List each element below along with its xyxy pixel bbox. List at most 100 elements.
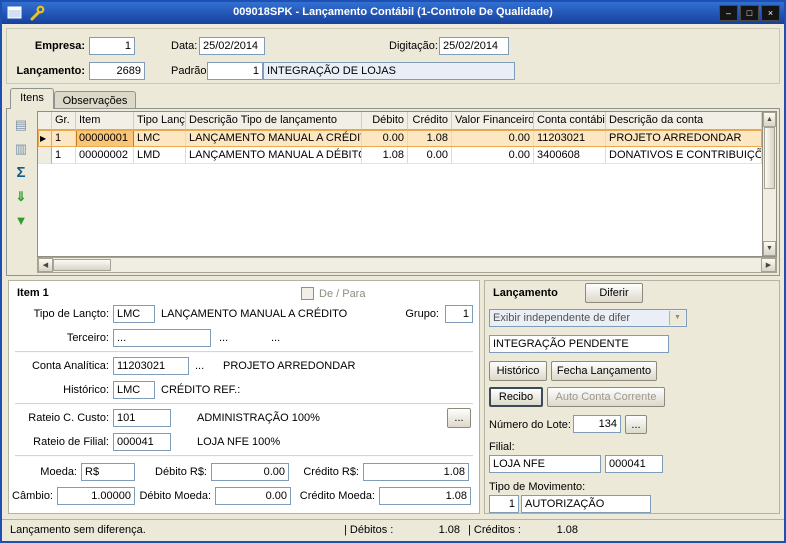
diferir-button[interactable]: Diferir — [585, 283, 643, 303]
cell-conta-contabil[interactable]: 11203021 — [534, 130, 606, 147]
tipo-lancto-desc: LANÇAMENTO MANUAL A CRÉDITO — [161, 308, 348, 320]
grupo-field[interactable]: 1 — [445, 305, 473, 323]
digitacao-field[interactable]: 25/02/2014 — [439, 37, 509, 55]
debito-moeda-field[interactable]: 0.00 — [215, 487, 291, 505]
cell-debito[interactable]: 0.00 — [362, 130, 408, 147]
historico-field[interactable]: LMC — [113, 381, 155, 399]
auto-conta-corrente-button[interactable]: Auto Conta Corrente — [547, 387, 665, 407]
status-bar: Lançamento sem diferença. | Débitos : 1.… — [2, 519, 784, 541]
terceiro-lookup-dots[interactable]: ... — [219, 332, 228, 344]
scroll-right-icon[interactable]: ▶ — [761, 258, 776, 272]
rateio-filial-desc: LOJA NFE 100% — [197, 436, 281, 448]
horizontal-scroll-thumb[interactable] — [53, 259, 111, 271]
empresa-field[interactable]: 1 — [89, 37, 135, 55]
grid-vertical-scrollbar[interactable]: ▲ ▼ — [762, 112, 776, 256]
data-label: Data: — [171, 40, 198, 52]
filter-items-icon[interactable]: ▼ — [11, 211, 31, 231]
vertical-scroll-track[interactable] — [763, 189, 776, 241]
rateio-cc-field[interactable]: 101 — [113, 409, 171, 427]
cell-valor-financeiro[interactable]: 0.00 — [452, 147, 534, 164]
numero-lote-lookup-button[interactable]: ... — [625, 415, 647, 434]
de-para-label: De / Para — [319, 288, 366, 300]
minimize-button[interactable]: – — [719, 5, 738, 21]
horizontal-scroll-track[interactable] — [111, 258, 761, 272]
sum-items-icon[interactable]: Σ — [11, 163, 31, 183]
conta-analitica-desc: PROJETO ARREDONDAR — [223, 360, 356, 372]
credito-moeda-label: Crédito Moeda: — [299, 490, 375, 502]
column-header-conta-contabil[interactable]: Conta contábil — [534, 112, 606, 130]
tipo-movimento-desc-field[interactable]: AUTORIZAÇÃO — [521, 495, 651, 513]
copy-item-icon[interactable]: ▥ — [11, 139, 31, 159]
numero-lote-field[interactable]: 134 — [573, 415, 621, 433]
tipo-lancto-field[interactable]: LMC — [113, 305, 155, 323]
dropdown-arrow-icon[interactable]: ▼ — [669, 311, 685, 325]
cambio-field[interactable]: 1.00000 — [57, 487, 135, 505]
header-panel: Empresa: 1 Data: 25/02/2014 Digitação: 2… — [6, 28, 780, 84]
credito-rs-field[interactable]: 1.08 — [363, 463, 469, 481]
cell-credito[interactable]: 1.08 — [408, 130, 452, 147]
conta-analitica-lookup-dots[interactable]: ... — [195, 360, 204, 372]
filial-name-field[interactable]: LOJA NFE — [489, 455, 601, 473]
cell-descricao-tipo[interactable]: LANÇAMENTO MANUAL A CRÉDITO — [186, 130, 362, 147]
cell-debito[interactable]: 1.08 — [362, 147, 408, 164]
column-header-item[interactable]: Item — [76, 112, 134, 130]
rateio-cc-lookup-button[interactable]: ... — [447, 408, 471, 428]
moeda-field[interactable]: R$ — [81, 463, 135, 481]
item-panel-title: Item 1 — [17, 287, 49, 299]
tab-page-itens: ▤ ▥ Σ ⇓ ▼ Gr. Item Tipo Lanç. Descrição … — [6, 108, 780, 276]
cell-tipo-lanc[interactable]: LMD — [134, 147, 186, 164]
column-header-gr[interactable]: Gr. — [52, 112, 76, 130]
terceiro-field[interactable]: ... — [113, 329, 211, 347]
data-field[interactable]: 25/02/2014 — [199, 37, 265, 55]
tab-itens[interactable]: Itens — [10, 88, 54, 109]
cell-item[interactable]: 00000002 — [76, 147, 134, 164]
grid-row-1-selected[interactable]: ▶ 1 00000001 LMC LANÇAMENTO MANUAL A CRÉ… — [38, 130, 762, 147]
conta-analitica-field[interactable]: 11203021 — [113, 357, 189, 375]
creditos-value: 1.08 — [556, 524, 578, 536]
rateio-cc-desc: ADMINISTRAÇÃO 100% — [197, 412, 320, 424]
vertical-scroll-thumb[interactable] — [764, 127, 775, 189]
lancamento-field[interactable]: 2689 — [89, 62, 145, 80]
cell-item-focused[interactable]: 00000001 — [76, 130, 134, 147]
cell-gr[interactable]: 1 — [52, 147, 76, 164]
de-para-checkbox[interactable] — [301, 287, 314, 300]
column-header-descricao-conta[interactable]: Descrição da conta — [606, 112, 762, 130]
rateio-filial-field[interactable]: 000041 — [113, 433, 171, 451]
export-items-icon[interactable]: ⇓ — [11, 187, 31, 207]
grid-horizontal-scrollbar[interactable]: ◀ ▶ — [37, 257, 777, 273]
cell-descricao-tipo[interactable]: LANÇAMENTO MANUAL A DÉBITO — [186, 147, 362, 164]
fecha-lancamento-button[interactable]: Fecha Lançamento — [551, 361, 657, 381]
column-header-debito[interactable]: Débito — [362, 112, 408, 130]
column-header-credito[interactable]: Crédito — [408, 112, 452, 130]
new-item-icon[interactable]: ▤ — [11, 115, 31, 135]
item-panel: Item 1 De / Para Tipo de Lançto: LMC LAN… — [8, 280, 480, 514]
historico-button[interactable]: Histórico — [489, 361, 547, 381]
filial-code-field[interactable]: 000041 — [605, 455, 663, 473]
grid-row-2[interactable]: 1 00000002 LMD LANÇAMENTO MANUAL A DÉBIT… — [38, 147, 762, 164]
maximize-button[interactable]: □ — [740, 5, 759, 21]
tab-observacoes[interactable]: Observações — [54, 91, 136, 109]
scroll-left-icon[interactable]: ◀ — [38, 258, 53, 272]
column-header-tipo-lanc[interactable]: Tipo Lanç. — [134, 112, 186, 130]
cell-descricao-conta[interactable]: DONATIVOS E CONTRIBUIÇÕES — [606, 147, 762, 164]
debito-rs-field[interactable]: 0.00 — [211, 463, 289, 481]
cell-gr[interactable]: 1 — [52, 130, 76, 147]
padrao-code-field[interactable]: 1 — [207, 62, 263, 80]
scroll-up-icon[interactable]: ▲ — [763, 112, 776, 127]
recibo-button[interactable]: Recibo — [489, 387, 543, 407]
credito-moeda-field[interactable]: 1.08 — [379, 487, 471, 505]
cell-descricao-conta[interactable]: PROJETO ARREDONDAR — [606, 130, 762, 147]
title-bar[interactable]: 009018SPK - Lançamento Contábil (1-Contr… — [2, 2, 784, 24]
tools-wrench-icon[interactable] — [29, 5, 45, 21]
terceiro-label: Terceiro: — [66, 332, 109, 344]
scroll-down-icon[interactable]: ▼ — [763, 241, 776, 256]
cell-credito[interactable]: 0.00 — [408, 147, 452, 164]
cell-conta-contabil[interactable]: 3400608 — [534, 147, 606, 164]
column-header-descricao-tipo[interactable]: Descrição Tipo de lançamento — [186, 112, 362, 130]
cell-tipo-lanc[interactable]: LMC — [134, 130, 186, 147]
close-button[interactable]: × — [761, 5, 780, 21]
exibir-diferidos-dropdown[interactable]: Exibir independente de difer ▼ — [489, 309, 687, 327]
tipo-movimento-code-field[interactable]: 1 — [489, 495, 519, 513]
cell-valor-financeiro[interactable]: 0.00 — [452, 130, 534, 147]
column-header-valor-financeiro[interactable]: Valor Financeiro — [452, 112, 534, 130]
